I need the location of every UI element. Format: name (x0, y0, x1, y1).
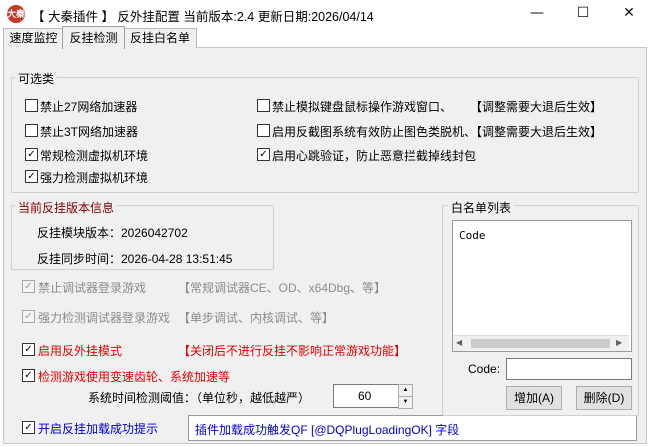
sync-time: 反挂同步时间：2026-04-28 13:51:45 (37, 252, 233, 266)
scroll-right-icon[interactable]: ▶ (616, 338, 622, 347)
scroll-left-icon[interactable]: ◀ (456, 338, 462, 347)
close-button[interactable]: ✕ (606, 0, 652, 28)
checkbox-heartbeat[interactable]: ✓ (257, 148, 270, 161)
module-version: 反挂模块版本：2026042702 (37, 226, 188, 240)
checkbox-strong-debugger[interactable]: ✓ (22, 310, 35, 323)
spin-down-button[interactable]: ▼ (398, 396, 413, 409)
checkbox-load-tip[interactable]: ✓ (22, 421, 35, 434)
threshold-input[interactable]: 60 (333, 384, 399, 408)
maximize-button[interactable]: ☐ (560, 0, 606, 28)
block-3t-accelerator-label: 禁止3T网络加速器 (40, 125, 139, 139)
threshold-value: 60 (358, 389, 372, 403)
scroll-thumb[interactable] (471, 339, 610, 348)
load-tip-value: 插件加载成功触发QF [@DQPlugLoadingOK] 字段 (195, 423, 460, 437)
strong-vm-detection-label: 强力检测虚拟机环境 (40, 171, 149, 185)
add-button[interactable]: 增加(A) (506, 386, 562, 410)
block-debugger-label: 禁止调试器登录游戏 (38, 281, 147, 295)
delete-button[interactable]: 删除(D) (576, 386, 632, 410)
block-27-accelerator-label: 禁止27网络加速器 (40, 100, 138, 114)
code-input[interactable] (506, 358, 632, 380)
checkbox-vm-detection[interactable]: ✓ (25, 148, 38, 161)
tab-speed-monitor[interactable]: 速度监控 (3, 28, 64, 48)
restart-note-1: 【调整需要大退后生效】 (470, 100, 603, 114)
tab-whitelist[interactable]: 反挂白名单 (123, 28, 197, 48)
arrow-up-icon: ▲ (402, 387, 409, 393)
checkbox-block-3t-accelerator[interactable] (25, 124, 38, 137)
version-group-title: 当前反挂版本信息 (15, 199, 118, 216)
options-group-title: 可选类 (15, 70, 58, 87)
tab-anticheat-detection[interactable]: 反挂检测 (62, 26, 125, 49)
window-title: 【 大秦插件 】 反外挂配置 当前版本:2.4 更新日期:2026/04/14 (32, 10, 374, 24)
maximize-icon: ☐ (576, 5, 590, 21)
whitelist-hscrollbar[interactable]: ◀ ▶ (453, 335, 629, 351)
block-debugger-note: 【常规调试器CE、OD、x64Dbg、等】 (178, 281, 387, 295)
code-label: Code: (468, 362, 501, 376)
anticheat-mode-label: 启用反外挂模式 (38, 344, 123, 358)
whitelist-column-header: Code (459, 229, 486, 242)
heartbeat-label: 启用心跳验证，防止恶意拦截掉线封包 (272, 149, 477, 163)
arrow-down-icon: ▼ (402, 399, 409, 405)
minimize-icon: — (530, 5, 544, 21)
anticheat-mode-note: 【关闭后不进行反挂不影响正常游戏功能】 (178, 344, 407, 358)
strong-debugger-note: 【单步调试、内核调试、等】 (178, 311, 335, 325)
block-input-sim-label: 禁止模拟键盘鼠标操作游戏窗口、 (272, 100, 453, 114)
checkbox-anti-screenshot[interactable] (257, 124, 270, 137)
load-tip-field[interactable]: 插件加载成功触发QF [@DQPlugLoadingOK] 字段 (188, 415, 637, 441)
app-logo-icon: 大秦 (7, 5, 25, 23)
checkbox-block-debugger[interactable]: ✓ (22, 280, 35, 293)
whitelist-group-title: 白名单列表 (448, 199, 515, 216)
threshold-label: 系统时间检测阈值：（单位秒，越低越严） (88, 391, 311, 405)
minimize-button[interactable]: — (514, 0, 560, 28)
close-icon: ✕ (623, 5, 635, 21)
checkbox-anticheat-mode[interactable]: ✓ (22, 343, 35, 356)
whitelist-listbox[interactable]: Code ◀ ▶ (452, 220, 632, 352)
checkbox-speed-detection[interactable]: ✓ (22, 369, 35, 382)
load-tip-label: 开启反挂加载成功提示 (38, 422, 159, 436)
speed-detection-label: 检测游戏使用变速齿轮、系统加速等 (38, 370, 231, 384)
restart-note-2: 【调整需要大退后生效】 (470, 125, 603, 139)
strong-debugger-label: 强力检测调试器登录游戏 (38, 311, 171, 325)
checkbox-block-input-sim[interactable] (257, 99, 270, 112)
checkbox-block-27-accelerator[interactable] (25, 99, 38, 112)
checkbox-strong-vm-detection[interactable]: ✓ (25, 170, 38, 183)
anti-screenshot-label: 启用反截图系统有效防止图色类脱机、 (272, 125, 477, 139)
vm-detection-label: 常规检测虚拟机环境 (40, 149, 149, 163)
